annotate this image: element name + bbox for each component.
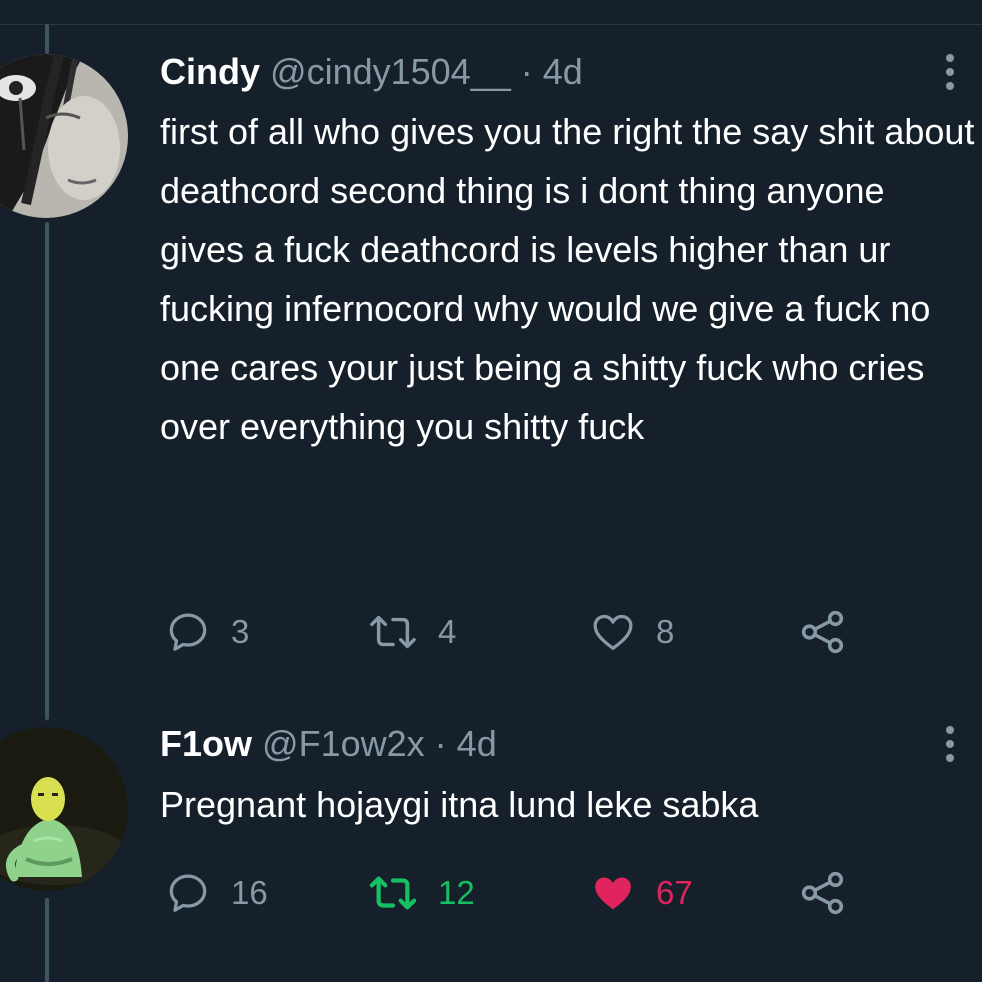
retweet-button[interactable]: 12	[368, 868, 475, 918]
avatar-cindy[interactable]	[0, 54, 128, 218]
user-handle[interactable]: @cindy1504__	[270, 51, 511, 92]
display-name[interactable]: Cindy	[160, 51, 260, 92]
share-icon	[801, 871, 844, 915]
top-divider	[0, 24, 982, 25]
tweet-header: Cindy @cindy1504__ · 4d	[160, 50, 583, 94]
tweet-header: F1ow @F1ow2x · 4d	[160, 722, 497, 766]
reply-icon	[169, 874, 207, 912]
timestamp[interactable]: 4d	[543, 51, 583, 92]
reply-count: 16	[231, 874, 268, 911]
reply-count: 3	[231, 613, 250, 650]
more-options-button[interactable]	[928, 50, 972, 94]
share-icon	[801, 610, 844, 654]
avatar-f1ow-image	[0, 727, 128, 891]
timestamp[interactable]: 4d	[457, 723, 497, 764]
retweet-icon	[370, 615, 416, 649]
tweet-text: Pregnant hojaygi itna lund leke sabka	[160, 784, 759, 825]
retweet-button[interactable]: 4	[368, 607, 456, 657]
avatar-f1ow[interactable]	[0, 727, 128, 891]
thread-line-top	[45, 24, 49, 54]
separator-dot: ·	[434, 723, 447, 764]
separator-dot: ·	[520, 51, 533, 92]
display-name[interactable]: F1ow	[160, 723, 252, 764]
heart-outline-icon	[593, 614, 633, 650]
reply-button[interactable]: 3	[165, 607, 249, 657]
more-vertical-icon	[946, 726, 954, 762]
tweet-text: first of all who gives you the right the…	[160, 111, 975, 447]
retweet-count: 4	[438, 613, 457, 650]
tweet-actions: 16 12 67	[160, 868, 960, 918]
heart-filled-icon	[595, 877, 631, 910]
like-button[interactable]: 67	[590, 868, 693, 918]
like-count: 67	[656, 874, 693, 911]
tweet-actions: 3 4 8	[160, 607, 960, 657]
share-button[interactable]	[798, 607, 848, 657]
retweet-icon	[369, 876, 417, 910]
more-options-button[interactable]	[928, 722, 972, 766]
retweet-count: 12	[438, 874, 475, 911]
like-count: 8	[656, 613, 675, 650]
user-handle[interactable]: @F1ow2x	[262, 723, 425, 764]
thread-line-bottom	[45, 898, 49, 982]
reply-button[interactable]: 16	[165, 868, 268, 918]
avatar-cindy-image	[0, 54, 128, 218]
share-button[interactable]	[798, 868, 848, 918]
like-button[interactable]: 8	[590, 607, 674, 657]
thread-line-middle	[45, 222, 49, 720]
reply-icon	[169, 613, 207, 651]
more-vertical-icon	[946, 54, 954, 90]
